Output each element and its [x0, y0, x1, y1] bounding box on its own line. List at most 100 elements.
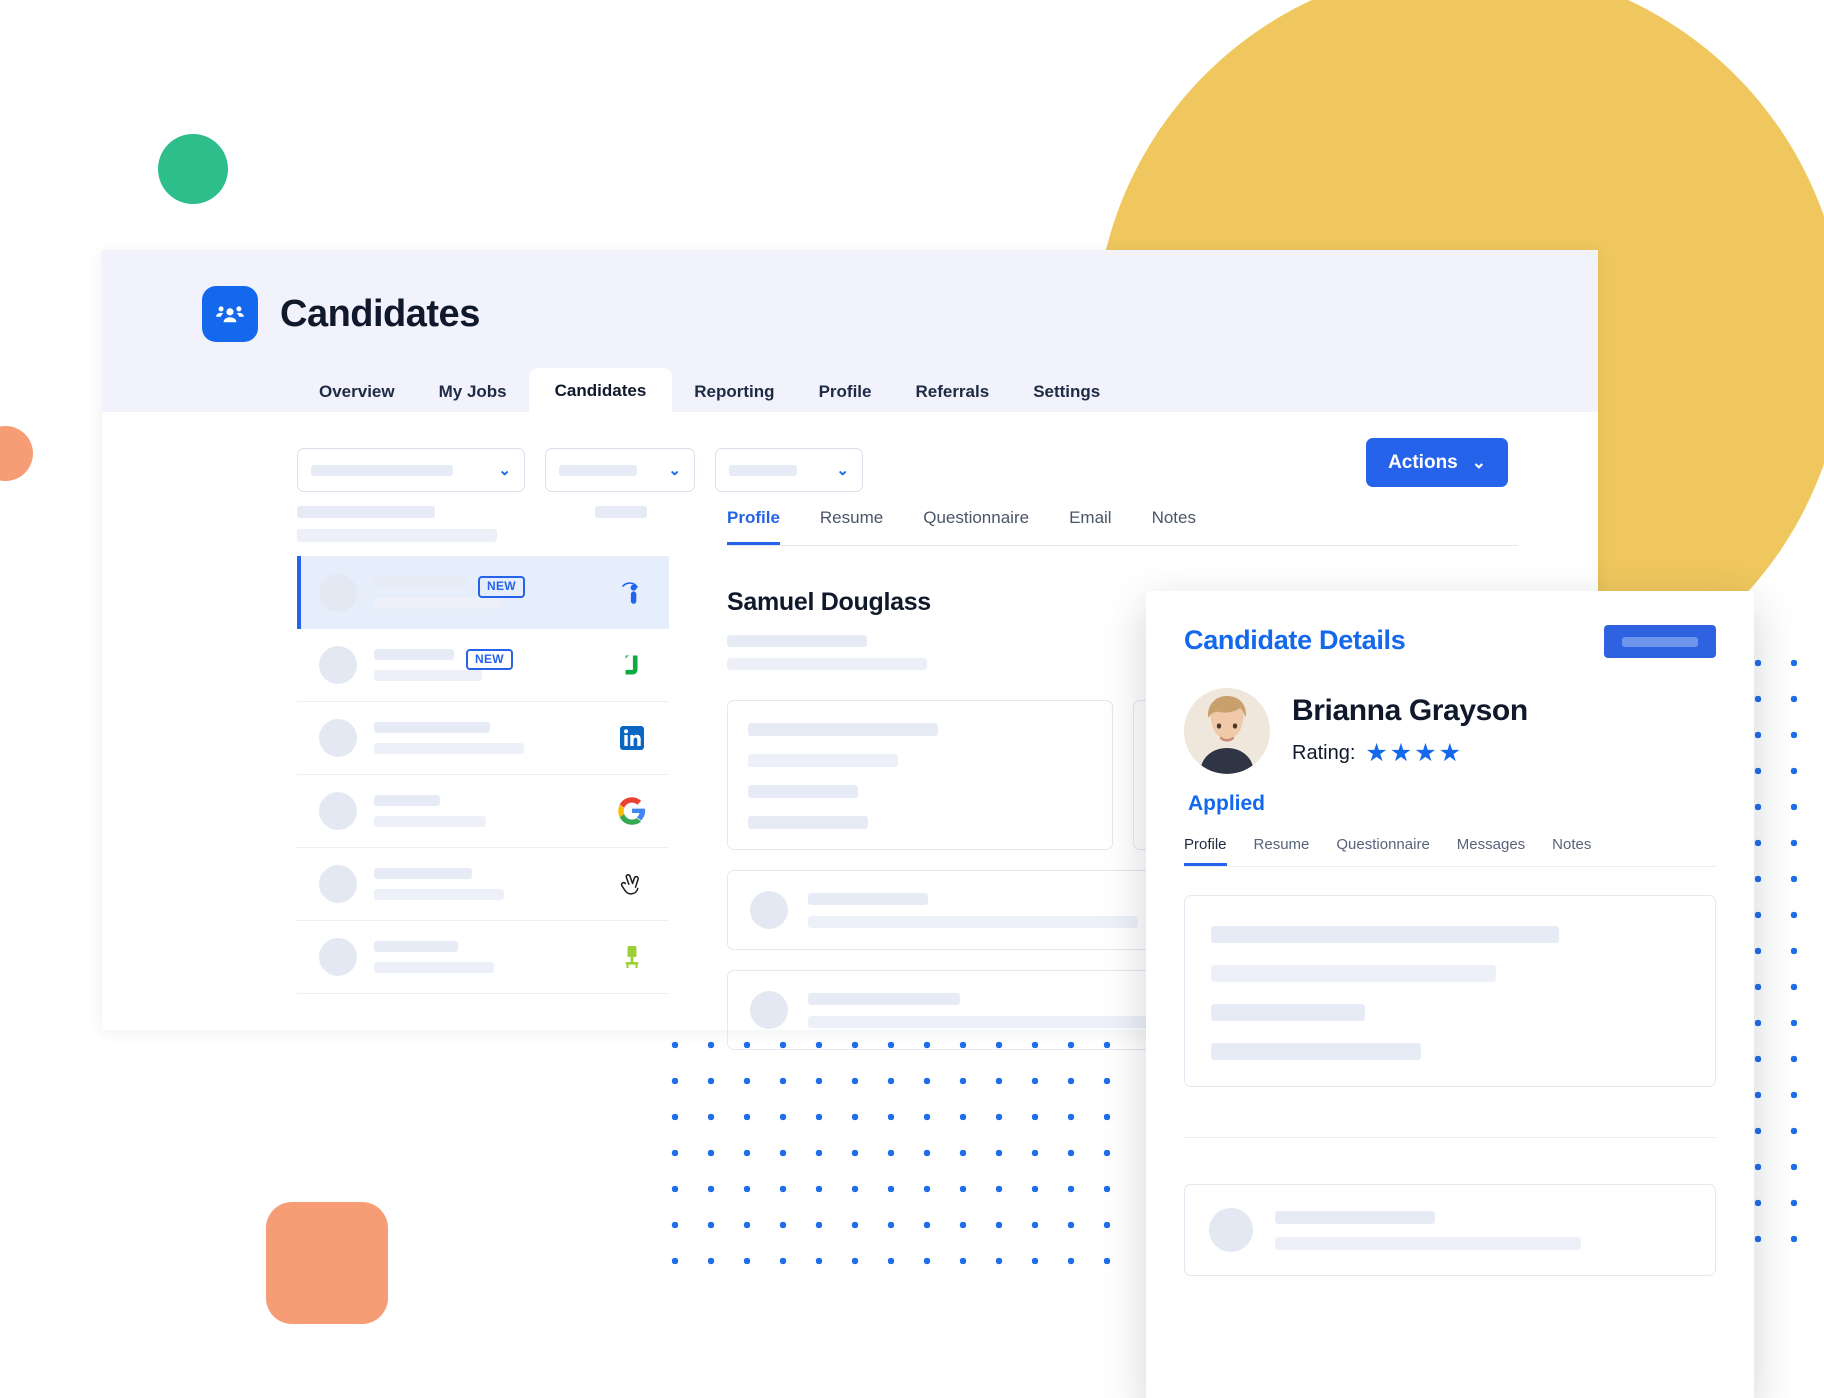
list-item-subtitle [374, 597, 500, 609]
filter-dropdown-2[interactable]: ⌄ [545, 448, 695, 492]
candidate-subtitle [727, 635, 867, 647]
decorative-orange-square [266, 1202, 388, 1324]
avatar [319, 938, 357, 976]
tab-detail-questionnaire[interactable]: Questionnaire [923, 498, 1029, 545]
list-item-subtitle [374, 743, 524, 754]
tab-settings[interactable]: Settings [1011, 371, 1122, 412]
row-line [1275, 1236, 1581, 1250]
decorative-green-circle [158, 134, 228, 204]
avatar [1209, 1208, 1253, 1252]
candidate-list: NEW NEW [297, 498, 687, 1050]
filter-dropdown-1[interactable]: ⌄ [297, 448, 525, 492]
row-line [808, 892, 928, 905]
details-person-row: Brianna Grayson Rating: ★★★★ [1184, 688, 1716, 774]
angellist-icon [617, 869, 647, 899]
list-item[interactable] [297, 702, 669, 775]
filter-toolbar: ⌄ ⌄ ⌄ Actions ⌄ [102, 412, 1598, 498]
filter-value-placeholder [729, 464, 797, 476]
list-item-top: NEW [374, 648, 617, 671]
rating-stars[interactable]: ★★★★ [1365, 738, 1463, 768]
filter-value-placeholder [311, 464, 453, 476]
list-item-text [374, 722, 617, 754]
tab-my-jobs[interactable]: My Jobs [417, 371, 529, 412]
chevron-down-icon: ⌄ [668, 461, 681, 479]
card-line [748, 816, 868, 829]
card-line [748, 785, 858, 798]
tab-details-notes[interactable]: Notes [1552, 836, 1591, 866]
avatar [750, 991, 788, 1029]
ziprecruiter-icon [617, 942, 647, 972]
filter-value-placeholder [559, 464, 637, 476]
list-item-subtitle [374, 889, 504, 900]
tab-details-questionnaire[interactable]: Questionnaire [1336, 836, 1429, 866]
tab-reporting[interactable]: Reporting [672, 371, 796, 412]
list-item[interactable] [297, 848, 669, 921]
brand-row: Candidates [102, 250, 1598, 342]
list-item-name [374, 576, 466, 588]
row-line [808, 915, 1138, 928]
list-item-text: NEW [374, 576, 617, 609]
list-item-subtitle [374, 670, 482, 682]
row-line [1275, 1210, 1435, 1224]
chevron-down-icon: ⌄ [498, 461, 511, 479]
avatar [319, 865, 357, 903]
list-item-top [374, 868, 617, 889]
list-item-name [374, 722, 490, 733]
indeed-icon [617, 578, 647, 608]
rating-label: Rating: [1292, 741, 1356, 764]
status-badge: NEW [466, 648, 513, 671]
details-action-label [1622, 636, 1698, 647]
list-item-name [374, 868, 472, 879]
tab-details-messages[interactable]: Messages [1457, 836, 1525, 866]
row-lines [1275, 1210, 1691, 1250]
avatar [750, 891, 788, 929]
list-item-text [374, 868, 617, 900]
list-item-top [374, 941, 617, 962]
card-line [748, 723, 938, 736]
tab-overview[interactable]: Overview [297, 371, 417, 412]
detail-card [727, 700, 1113, 850]
detail-tabbar: Profile Resume Questionnaire Email Notes [727, 498, 1518, 546]
main-tabbar: Overview My Jobs Candidates Reporting Pr… [102, 368, 1598, 412]
card-line [1211, 1043, 1421, 1060]
avatar [319, 646, 357, 684]
chevron-down-icon: ⌄ [836, 461, 849, 479]
actions-button[interactable]: Actions ⌄ [1366, 438, 1508, 487]
list-item-text [374, 941, 617, 973]
avatar [319, 792, 357, 830]
tab-details-profile[interactable]: Profile [1184, 836, 1227, 866]
actions-button-label: Actions [1388, 451, 1458, 473]
card-line [748, 754, 898, 767]
list-item-subtitle [374, 962, 494, 973]
tab-candidates[interactable]: Candidates [528, 368, 673, 412]
google-icon [617, 796, 647, 826]
candidate-details-panel: Candidate Details Brianna Grayson Rating… [1146, 591, 1754, 1398]
list-item-text [374, 795, 617, 827]
filter-dropdown-3[interactable]: ⌄ [715, 448, 863, 492]
candidate-list-header [297, 498, 669, 556]
row-line [808, 1015, 1188, 1028]
list-item[interactable]: NEW [297, 556, 669, 629]
list-item-subtitle [374, 816, 486, 827]
tab-details-resume[interactable]: Resume [1254, 836, 1310, 866]
details-person-text: Brianna Grayson Rating: ★★★★ [1292, 694, 1528, 768]
tab-detail-notes[interactable]: Notes [1152, 498, 1196, 545]
tab-referrals[interactable]: Referrals [893, 371, 1011, 412]
list-item[interactable]: NEW [297, 629, 669, 702]
divider [1184, 1137, 1716, 1138]
list-header-count [595, 506, 647, 518]
tab-detail-email[interactable]: Email [1069, 498, 1112, 545]
tab-profile[interactable]: Profile [797, 371, 894, 412]
details-action-button[interactable] [1604, 625, 1716, 658]
chevron-down-icon: ⌄ [1471, 453, 1486, 472]
list-item[interactable] [297, 921, 669, 994]
list-item-top [374, 795, 617, 816]
list-item-text: NEW [374, 648, 617, 682]
tab-detail-resume[interactable]: Resume [820, 498, 883, 545]
list-item[interactable] [297, 775, 669, 848]
glassdoor-icon [617, 650, 647, 680]
details-header: Candidate Details [1184, 625, 1716, 658]
avatar [319, 719, 357, 757]
list-header-line [297, 506, 435, 518]
tab-detail-profile[interactable]: Profile [727, 498, 780, 545]
